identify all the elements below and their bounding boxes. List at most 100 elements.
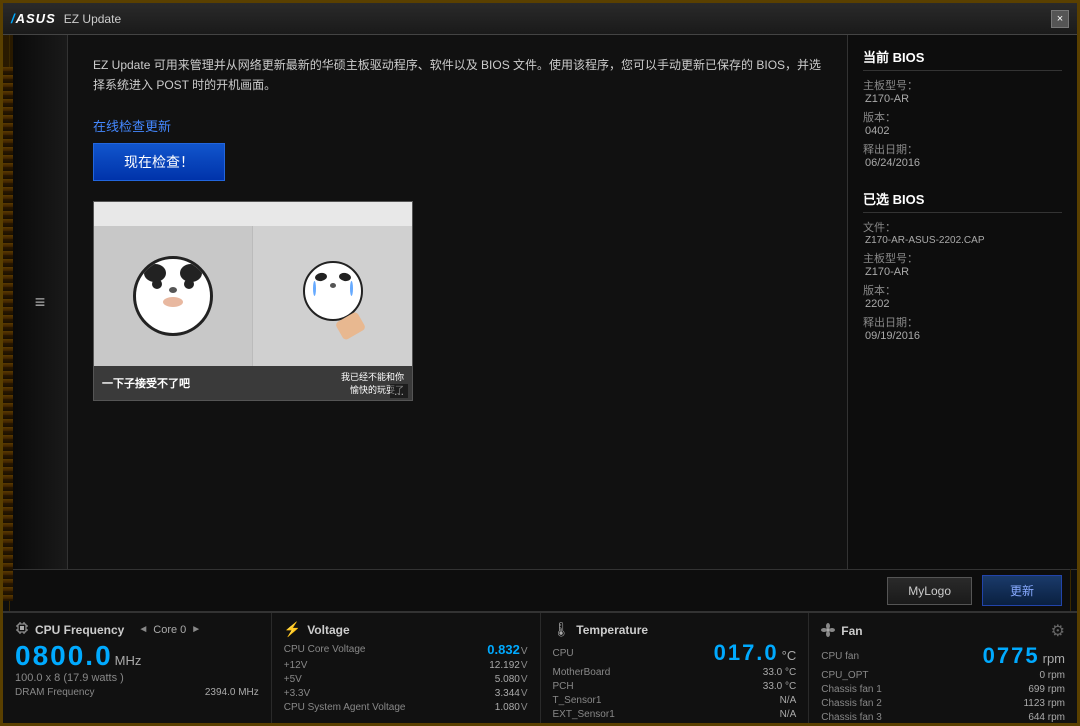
voltage-row-value: 3.344 (495, 688, 520, 699)
meme-left-panda (94, 226, 253, 366)
selected-bios-section: 已选 BIOS 文件： Z170-AR-ASUS-2202.CAP 主板型号： … (863, 189, 1062, 342)
temp-row-value: N/A (780, 695, 797, 706)
voltage-row: +12V 12.192 V (284, 660, 528, 671)
current-board-model-value: Z170-AR (865, 93, 1062, 105)
selected-bios-title: 已选 BIOS (863, 189, 1062, 213)
check-update-label: 在线检查更新 (93, 116, 822, 135)
voltage-row-value: 5.080 (495, 674, 520, 685)
selected-board-model-value: Z170-AR (865, 266, 1062, 278)
cpu-freq-value: 0800.0 (15, 642, 113, 670)
cpu-fan-value: 0775 (983, 645, 1040, 667)
close-button[interactable]: × (1051, 10, 1069, 28)
voltage-row-value: 1.080 (495, 702, 520, 713)
fan-row: CPU_OPT 0 rpm (821, 670, 1065, 681)
cpu-freq-subinfo: 100.0 x 8 (17.9 watts ) (15, 672, 259, 684)
cpu-freq-title: CPU Frequency (35, 623, 124, 637)
meme-text-left: 一下子接受不了吧 (102, 375, 190, 391)
meme-image: 一下子接受不了吧 我已经不能和你愉快的玩耍了 ... (93, 201, 413, 401)
right-panel: 当前 BIOS 主板型号： Z170-AR 版本： 0402 释出日期： 06/… (847, 35, 1077, 569)
cpu-core-voltage-label: CPU Core Voltage (284, 644, 366, 655)
meme-right-cry (253, 226, 412, 366)
cpu-temp-value: 017.0 (714, 642, 779, 664)
current-release-date-label: 释出日期： (863, 141, 1062, 157)
main-area: ≡ EZ Update 可用来管理并从网络更新最新的华硕主板驱动程序、软件以及 … (3, 35, 1077, 569)
voltage-row-label: +12V (284, 660, 308, 671)
action-bar: MyLogo 更新 (3, 569, 1077, 611)
fan-row-value: 699 rpm (1028, 684, 1065, 695)
voltage-row-unit: V (521, 660, 528, 671)
temp-rows: MotherBoard 33.0 °C PCH 33.0 °C T_Sensor… (553, 667, 797, 720)
description-text: EZ Update 可用来管理并从网络更新最新的华硕主板驱动程序、软件以及 BI… (93, 55, 822, 96)
cpu-core-voltage-unit: V (521, 646, 528, 657)
fan-settings-icon[interactable]: ⚙ (1051, 621, 1065, 641)
voltage-row-unit: V (521, 702, 528, 713)
cpu-temp-label: CPU (553, 648, 574, 659)
fan-title: Fan (841, 624, 862, 638)
fan-row-label: Chassis fan 3 (821, 712, 882, 723)
fan-row-label: Chassis fan 2 (821, 698, 882, 709)
fan-section: Fan ⚙ CPU fan 0775 rpm CPU_OPT 0 rpm Cha… (809, 613, 1077, 726)
dram-freq-label: DRAM Frequency (15, 687, 94, 698)
fan-rows: CPU_OPT 0 rpm Chassis fan 1 699 rpm Chas… (821, 670, 1065, 723)
update-button[interactable]: 更新 (982, 575, 1062, 606)
temp-row-label: MotherBoard (553, 667, 611, 678)
center-content: EZ Update 可用来管理并从网络更新最新的华硕主板驱动程序、软件以及 BI… (68, 35, 847, 569)
fan-icon (821, 623, 835, 640)
cpu-core-next[interactable]: ► (189, 624, 203, 635)
voltage-rows: +12V 12.192 V +5V 5.080 V +3.3V 3.344 V … (284, 660, 528, 713)
voltage-section: ⚡ Voltage CPU Core Voltage 0.832 V +12V … (272, 613, 541, 726)
voltage-title: Voltage (307, 623, 349, 637)
temp-row: EXT_Sensor1 N/A (553, 709, 797, 720)
menu-icon[interactable]: ≡ (35, 292, 46, 313)
selected-release-date-value: 09/19/2016 (865, 330, 1062, 342)
fan-row: Chassis fan 2 1123 rpm (821, 698, 1065, 709)
voltage-icon: ⚡ (284, 621, 301, 638)
fan-row-label: Chassis fan 1 (821, 684, 882, 695)
selected-version-value: 2202 (865, 298, 1062, 310)
voltage-row-label: CPU System Agent Voltage (284, 702, 406, 713)
temp-row: T_Sensor1 N/A (553, 695, 797, 706)
fan-row-value: 1123 rpm (1023, 698, 1065, 709)
fan-row-value: 0 rpm (1039, 670, 1065, 681)
check-now-button[interactable]: 现在检查！ (93, 143, 225, 181)
meme-dots[interactable]: ... (390, 384, 408, 398)
cpu-fan-label: CPU fan (821, 651, 859, 662)
dram-freq-value: 2394.0 MHz (205, 687, 259, 698)
voltage-row: CPU System Agent Voltage 1.080 V (284, 702, 528, 713)
temp-row-label: PCH (553, 681, 574, 692)
voltage-row-unit: V (521, 674, 528, 685)
cpu-core-prev[interactable]: ◄ (136, 624, 150, 635)
mylogo-button[interactable]: MyLogo (887, 577, 972, 605)
selected-file-value: Z170-AR-ASUS-2202.CAP (865, 235, 1062, 246)
temp-row-value: N/A (780, 709, 797, 720)
left-decoration (3, 67, 13, 601)
temp-icon: 🌡 (553, 621, 571, 638)
voltage-row-label: +5V (284, 674, 302, 685)
selected-board-model-label: 主板型号： (863, 250, 1062, 266)
fan-row-value: 644 rpm (1028, 712, 1065, 723)
voltage-row: +5V 5.080 V (284, 674, 528, 685)
cpu-temp-unit: °C (782, 648, 797, 663)
app-title: EZ Update (64, 12, 121, 26)
current-bios-section: 当前 BIOS 主板型号： Z170-AR 版本： 0402 释出日期： 06/… (863, 47, 1062, 169)
cpu-core-label: Core 0 (153, 624, 186, 636)
current-version-value: 0402 (865, 125, 1062, 137)
voltage-row-value: 12.192 (489, 660, 520, 671)
voltage-row: +3.3V 3.344 V (284, 688, 528, 699)
left-sidebar: ≡ (13, 35, 68, 569)
temp-row: PCH 33.0 °C (553, 681, 797, 692)
selected-release-date-label: 释出日期： (863, 314, 1062, 330)
selected-version-label: 版本： (863, 282, 1062, 298)
current-bios-title: 当前 BIOS (863, 47, 1062, 71)
monitor-bar: CPU Frequency ◄ Core 0 ► 0800.0 MHz 100.… (3, 611, 1077, 726)
title-bar: /ASUS EZ Update × (3, 3, 1077, 35)
current-version-label: 版本： (863, 109, 1062, 125)
asus-logo: /ASUS (11, 11, 56, 26)
cpu-freq-unit: MHz (115, 653, 142, 668)
fan-row: Chassis fan 3 644 rpm (821, 712, 1065, 723)
temperature-section: 🌡 Temperature CPU 017.0 °C MotherBoard 3… (541, 613, 810, 726)
temp-title: Temperature (576, 623, 648, 637)
temp-row-value: 33.0 °C (763, 667, 796, 678)
current-board-model-label: 主板型号： (863, 77, 1062, 93)
voltage-row-unit: V (521, 688, 528, 699)
